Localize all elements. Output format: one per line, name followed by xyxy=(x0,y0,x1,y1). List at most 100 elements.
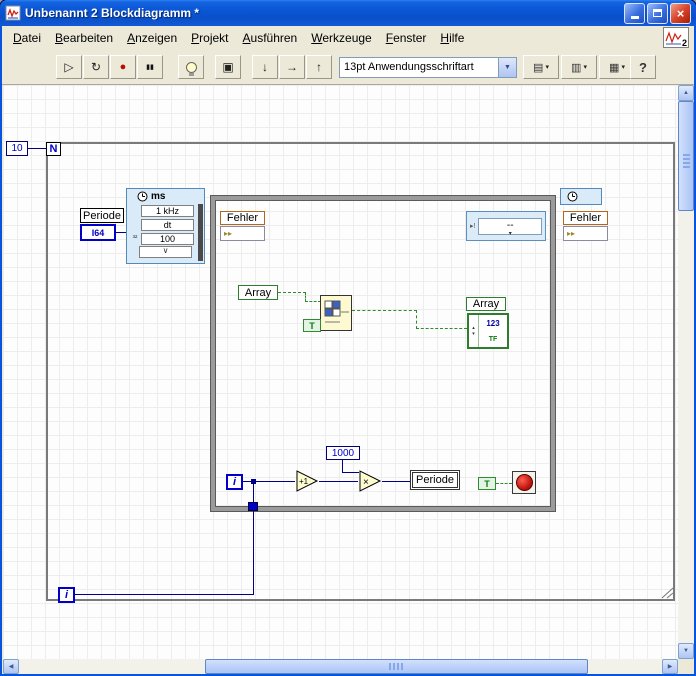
minimize-button[interactable] xyxy=(624,2,645,24)
app-icon[interactable] xyxy=(5,5,21,21)
menu-fenster[interactable]: Fenster xyxy=(379,28,434,48)
scroll-left-button[interactable]: ◀ xyxy=(3,659,19,674)
maximize-icon xyxy=(653,9,662,17)
timing-config-node[interactable]: ms 1 kHz dt ³² 100 ∨ xyxy=(126,188,205,264)
step-over-button[interactable]: → xyxy=(279,55,305,79)
timing-node-expand-chevron[interactable]: ∨ xyxy=(139,246,192,258)
loop-tunnel[interactable] xyxy=(248,502,258,511)
loop-count-terminal[interactable]: N xyxy=(46,142,61,156)
step-out-icon: ↑ xyxy=(316,60,322,74)
wire-iteration-branch[interactable] xyxy=(253,481,254,502)
multiply-node[interactable]: × xyxy=(358,470,382,492)
scroll-right-icon: ▶ xyxy=(667,664,673,670)
align-objects-dropdown[interactable]: ▤ ▾ xyxy=(523,55,559,79)
step-out-button[interactable]: ↑ xyxy=(306,55,332,79)
while-iteration-terminal[interactable]: i xyxy=(226,474,243,490)
constant-1000[interactable]: 1000 xyxy=(326,446,360,460)
loop-condition-terminal[interactable] xyxy=(512,471,536,494)
boolean-constant[interactable]: T xyxy=(303,319,321,332)
step-into-button[interactable]: ↓ xyxy=(252,55,278,79)
menu-anzeigen[interactable]: Anzeigen xyxy=(120,28,184,48)
array-index-selector[interactable]: ▴ ▾ xyxy=(469,315,479,347)
count-constant[interactable]: 10 xyxy=(6,141,28,156)
timing-row[interactable]: 1 kHz xyxy=(129,204,194,217)
wire-array-out[interactable] xyxy=(416,310,417,329)
scroll-up-button[interactable]: ▲ xyxy=(678,85,694,101)
timing-row[interactable]: dt xyxy=(129,218,194,231)
periode-control-label[interactable]: Periode xyxy=(80,208,124,223)
vertical-scrollbar[interactable]: ▲ ▼ xyxy=(678,85,694,659)
wire-1000[interactable] xyxy=(342,472,359,473)
menu-hilfe[interactable]: Hilfe xyxy=(433,28,471,48)
scroll-right-button[interactable]: ▶ xyxy=(662,659,678,674)
menu-bearbeiten[interactable]: Bearbeiten xyxy=(48,28,120,48)
wire-count[interactable] xyxy=(28,148,46,149)
step-over-icon: → xyxy=(286,60,298,74)
timing-node-header: ms xyxy=(127,189,204,203)
wire-array-out[interactable] xyxy=(416,328,467,329)
while-loop[interactable] xyxy=(211,196,555,511)
font-selector-arrow[interactable]: ▼ xyxy=(498,57,516,77)
timing-output-node[interactable] xyxy=(560,188,602,205)
scroll-down-button[interactable]: ▼ xyxy=(678,643,694,659)
help-button[interactable]: ? xyxy=(630,55,656,79)
array-indicator-terminal[interactable]: ▴ ▾ 123 TF xyxy=(467,313,509,349)
for-iteration-terminal[interactable]: i xyxy=(58,587,75,603)
menu-datei[interactable]: Datei xyxy=(6,28,48,48)
run-continuous-button[interactable]: ↻ xyxy=(83,55,109,79)
close-button[interactable]: × xyxy=(670,2,691,24)
font-selector[interactable]: 13pt Anwendungsschriftart ▼ xyxy=(339,56,517,78)
horizontal-scroll-thumb[interactable] xyxy=(205,659,588,674)
stop-button-icon[interactable] xyxy=(515,474,533,491)
wire-outer-iteration[interactable] xyxy=(253,511,254,595)
error-display-node[interactable]: ▸! -- ▾ xyxy=(466,211,546,241)
periode-indicator[interactable]: Periode xyxy=(410,470,460,490)
run-button[interactable]: ▷ xyxy=(56,55,82,79)
periode-control-terminal[interactable]: I64 xyxy=(80,224,116,241)
timing-row[interactable]: ³² 100 xyxy=(129,232,194,245)
error-in-terminal[interactable]: ▸▸ xyxy=(220,226,265,241)
error-out-terminal[interactable]: ▸▸ xyxy=(563,226,608,241)
abort-button[interactable]: ● xyxy=(110,55,136,79)
timing-row-value[interactable]: 100 xyxy=(141,232,194,245)
menu-werkzeuge[interactable]: Werkzeuge xyxy=(304,28,378,48)
for-loop-resize-corner[interactable] xyxy=(660,587,674,599)
increment-node[interactable]: +1 xyxy=(295,470,319,492)
maximize-button[interactable] xyxy=(647,2,668,24)
boolean-constant[interactable]: T xyxy=(478,477,496,490)
timing-node-scroll-strip[interactable] xyxy=(198,204,203,261)
highlight-execution-button[interactable] xyxy=(178,55,204,79)
vi-icon-badge: 2 xyxy=(681,38,687,48)
timing-row-value[interactable]: 1 kHz xyxy=(141,204,194,217)
wire-mult-to-periode[interactable] xyxy=(382,481,410,482)
array-out-label[interactable]: Array xyxy=(466,297,506,311)
wire-stop-condition[interactable] xyxy=(496,483,512,484)
retain-wire-values-button[interactable]: ▣ xyxy=(215,55,241,79)
wire-outer-iteration[interactable] xyxy=(75,594,253,595)
scroll-grip xyxy=(683,152,690,168)
wire-array-in[interactable] xyxy=(278,292,306,293)
menu-projekt[interactable]: Projekt xyxy=(184,28,235,48)
wire-array-out[interactable] xyxy=(352,310,417,311)
scrollbar-corner xyxy=(678,659,694,674)
index-array-node[interactable] xyxy=(320,295,352,331)
help-icon: ? xyxy=(639,59,647,75)
menu-ausfuehren[interactable]: Ausführen xyxy=(236,28,305,48)
pause-button[interactable]: ▮▮ xyxy=(137,55,163,79)
block-diagram-canvas[interactable]: 10 N Periode I64 ms 1 kHz dt ³² 100 ∨ Fe… xyxy=(3,85,678,659)
wire-array-in[interactable] xyxy=(305,301,321,302)
horizontal-scrollbar[interactable]: ◀ ▶ xyxy=(3,659,678,674)
error-out-label[interactable]: Fehler xyxy=(563,211,608,225)
timing-row-value[interactable]: dt xyxy=(141,218,194,231)
array-in-label[interactable]: Array xyxy=(238,285,278,300)
distribute-objects-dropdown[interactable]: ▥ ▾ xyxy=(561,55,597,79)
lightbulb-icon xyxy=(185,61,197,76)
vi-icon[interactable]: 2 xyxy=(663,27,689,48)
vertical-scroll-thumb[interactable] xyxy=(678,101,694,211)
titlebar[interactable]: Unbenannt 2 Blockdiagramm * × xyxy=(0,0,696,26)
wire-inc-to-mult[interactable] xyxy=(319,481,358,482)
wire-periode-to-timing[interactable] xyxy=(116,232,126,233)
error-in-label[interactable]: Fehler xyxy=(220,211,265,225)
error-display-value[interactable]: -- ▾ xyxy=(478,217,542,237)
array-indicator-body: 123 TF xyxy=(479,315,507,347)
